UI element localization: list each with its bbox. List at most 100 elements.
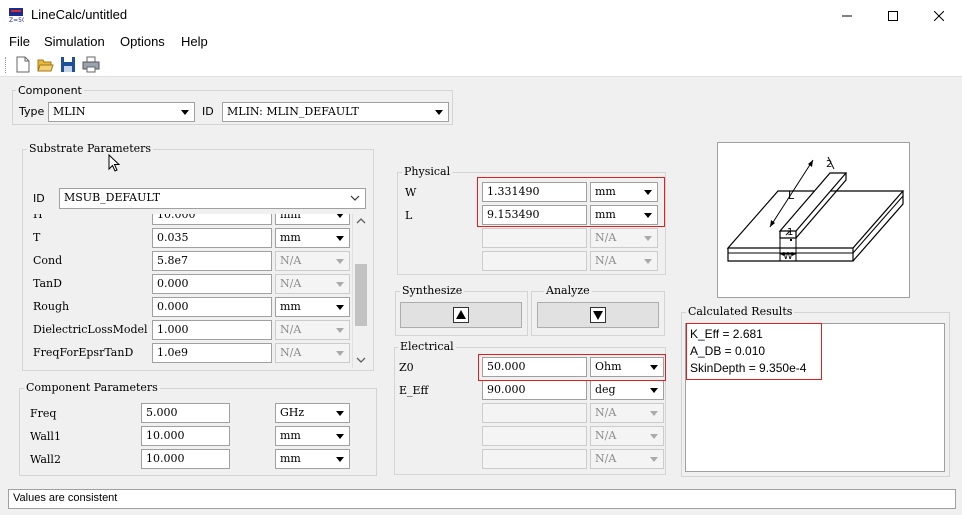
scrollbar-thumb[interactable] (355, 264, 367, 326)
scroll-up-icon[interactable] (356, 217, 366, 224)
close-button[interactable] (916, 0, 962, 31)
synthesize-button[interactable] (400, 302, 522, 328)
menu-help[interactable]: Help (181, 34, 208, 49)
electrical-param-unit: N/A (590, 426, 664, 446)
result-k-eff: K_Eff = 2.681 (690, 327, 763, 341)
physical-param-label: L (405, 209, 413, 222)
substrate-param-value[interactable]: 1.000 (152, 320, 272, 340)
menu-file[interactable]: File (9, 34, 30, 49)
substrate-id-select-value: MSUB_DEFAULT (64, 191, 161, 204)
chevron-down-icon (650, 388, 658, 393)
menu-simulation[interactable]: Simulation (44, 34, 105, 49)
substrate-param-value[interactable]: 0.000 (152, 274, 272, 294)
window-title: LineCalc/untitled (31, 7, 128, 22)
substrate-param-unit-value: N/A (280, 277, 302, 290)
component-param-unit[interactable]: GHz (275, 403, 350, 423)
chevron-down-icon (336, 411, 344, 416)
physical-param-unit: N/A (590, 251, 658, 271)
substrate-id-select[interactable]: MSUB_DEFAULT (59, 188, 366, 209)
physical-param-value (482, 251, 587, 271)
type-select-value: MLIN (53, 105, 86, 118)
open-file-button[interactable] (37, 56, 54, 76)
substrate-param-value[interactable]: 0.035 (152, 228, 272, 248)
print-button[interactable] (82, 56, 100, 76)
component-param-label: Wall2 (30, 453, 61, 466)
menu-options[interactable]: Options (120, 34, 165, 49)
substrate-param-value[interactable]: 5.8e7 (152, 251, 272, 271)
electrical-param-unit-value: N/A (595, 406, 617, 419)
chevron-down-icon (336, 328, 344, 333)
substrate-param-unit[interactable]: mm (275, 228, 350, 248)
electrical-highlight-box (478, 354, 666, 381)
substrate-param-unit[interactable]: mm (275, 297, 350, 317)
save-icon (61, 57, 75, 72)
electrical-param-label: Z0 (399, 361, 414, 374)
physical-param-value (482, 228, 587, 248)
diagram-label-l: L (788, 189, 795, 202)
scroll-down-icon[interactable] (356, 357, 366, 364)
substrate-param-label: T (33, 231, 41, 244)
analyze-legend: Analyze (544, 284, 592, 297)
component-param-value[interactable]: 5.000 (141, 403, 230, 423)
diagram-label-2: 2 (826, 159, 832, 170)
toolbar-grip (5, 57, 7, 73)
component-param-value[interactable]: 10.000 (141, 426, 230, 446)
substrate-param-unit-value: mm (280, 300, 301, 313)
component-param-label: Freq (30, 407, 57, 420)
open-folder-icon (37, 59, 54, 72)
analyze-button[interactable] (537, 302, 659, 328)
substrate-param-unit-value: N/A (280, 323, 302, 336)
chevron-down-icon (350, 195, 360, 201)
component-param-unit[interactable]: mm (275, 426, 350, 446)
component-id-label: ID (202, 105, 214, 118)
maximize-button[interactable] (870, 0, 916, 31)
electrical-param-unit[interactable]: deg (590, 380, 664, 400)
substrate-id-label: ID (33, 192, 45, 205)
substrate-param-label: TanD (33, 277, 62, 290)
component-id-select[interactable]: MLIN: MLIN_DEFAULT (222, 102, 449, 122)
electrical-param-value[interactable]: 90.000 (482, 380, 587, 400)
substrate-param-label: Rough (33, 300, 70, 313)
component-id-select-value: MLIN: MLIN_DEFAULT (227, 105, 359, 118)
new-file-button[interactable] (15, 56, 31, 76)
chevron-down-icon (336, 214, 344, 218)
chevron-down-icon (644, 236, 652, 241)
chevron-down-icon (650, 411, 658, 416)
chevron-down-icon (336, 236, 344, 241)
diagram-label-1: 1 (787, 227, 793, 238)
substrate-param-value[interactable]: 0.000 (152, 297, 272, 317)
physical-param-unit-value: N/A (595, 231, 617, 244)
substrate-param-unit[interactable]: mm (275, 214, 350, 225)
substrate-param-unit-value: mm (280, 214, 301, 221)
chevron-down-icon (650, 434, 658, 439)
component-param-unit-value: GHz (280, 406, 305, 419)
electrical-param-unit: N/A (590, 449, 664, 469)
synthesize-legend: Synthesize (400, 284, 465, 297)
electrical-param-label: E_Eff (399, 384, 429, 397)
physical-param-label: W (405, 186, 417, 199)
substrate-param-unit: N/A (275, 274, 350, 294)
substrate-scrollbar[interactable] (352, 214, 368, 368)
substrate-legend: Substrate Parameters (27, 142, 154, 155)
minimize-button[interactable] (824, 0, 870, 31)
microstrip-diagram: L 2 1 W (717, 142, 910, 298)
chevron-down-icon (336, 457, 344, 462)
substrate-param-value[interactable]: 1.0e9 (152, 343, 272, 363)
chevron-down-icon (644, 259, 652, 264)
microstrip-line-illustration: L 2 1 W (726, 156, 905, 262)
substrate-param-label: FreqForEpsrTanD (33, 346, 134, 359)
component-param-value[interactable]: 10.000 (141, 449, 230, 469)
substrate-param-unit-value: mm (280, 231, 301, 244)
type-select[interactable]: MLIN (48, 102, 195, 122)
result-skin-depth: SkinDepth = 9.350e-4 (690, 361, 807, 375)
component-param-unit[interactable]: mm (275, 449, 350, 469)
electrical-param-unit-value: N/A (595, 429, 617, 442)
substrate-param-unit-value: N/A (280, 254, 302, 267)
chevron-down-icon (336, 282, 344, 287)
electrical-param-value (482, 449, 587, 469)
substrate-param-value[interactable]: 10.000 (152, 214, 272, 225)
save-button[interactable] (60, 56, 76, 76)
chevron-down-icon (336, 305, 344, 310)
physical-param-unit-value: N/A (595, 254, 617, 267)
substrate-scroll-area[interactable]: H 10.000 mm T 0.035 mm Cond 5.8e7 N/A TanD 0.000 N/… (27, 214, 370, 369)
